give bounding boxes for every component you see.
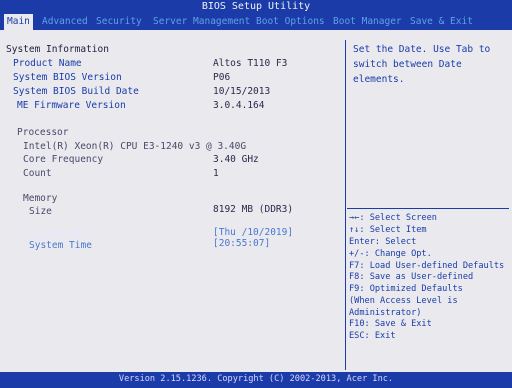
- help-key-enter: Enter: Select: [349, 237, 417, 247]
- help-key-f7: F7: Load User-defined Defaults: [349, 261, 505, 271]
- help-key-f9: F9: Optimized Defaults: [349, 284, 463, 294]
- core-frequency-label: Core Frequency: [23, 154, 104, 165]
- processor-heading: Processor: [17, 127, 69, 138]
- tab-security[interactable]: Security: [96, 14, 142, 30]
- tab-server-management[interactable]: Server Management: [153, 14, 250, 30]
- help-key-f10: F10: Save & Exit: [349, 319, 432, 329]
- bios-title: BIOS Setup Utility: [0, 0, 512, 14]
- memory-size-value: 8192 MB (DDR3): [213, 204, 294, 215]
- help-panel: Set the Date. Use Tab to switch between …: [347, 40, 509, 370]
- bios-version-label: System BIOS Version: [13, 72, 122, 83]
- cpu-count-label: Count: [23, 168, 52, 179]
- help-key-select-item: ↑↓: Select Item: [349, 225, 427, 235]
- system-date-field[interactable]: [Thu /10/2019]: [213, 227, 293, 238]
- main-panel: System Information Product Name Altos T1…: [3, 40, 346, 370]
- help-access-note: (When Access Level is: [349, 296, 458, 306]
- help-divider: [347, 208, 509, 209]
- system-date-label[interactable]: System Date: [29, 229, 92, 240]
- memory-heading: Memory: [23, 193, 58, 204]
- system-info-heading: System Information: [6, 44, 109, 55]
- help-description: Set the Date. Use Tab to switch between …: [353, 44, 491, 85]
- help-key-change-opt: +/-: Change Opt.: [349, 249, 432, 259]
- system-time-field[interactable]: [20:55:07]: [213, 238, 270, 249]
- tab-advanced[interactable]: Advanced: [42, 14, 88, 30]
- cpu-count-value: 1: [213, 168, 219, 179]
- processor-model: Intel(R) Xeon(R) CPU E3-1240 v3 @ 3.40G: [23, 141, 247, 152]
- help-key-esc: ESC: Exit: [349, 331, 396, 341]
- memory-size-label: Size: [29, 206, 52, 217]
- bios-version-value: P06: [213, 72, 231, 83]
- help-key-select-screen: →←: Select Screen: [349, 213, 437, 223]
- help-access-level: Administrator): [349, 308, 422, 318]
- bios-date-label: System BIOS Build Date: [13, 86, 139, 97]
- tab-bar: Main Advanced Security Server Management…: [0, 14, 512, 30]
- me-firmware-value: 3.0.4.164: [213, 100, 265, 111]
- me-firmware-label: ME Firmware Version: [17, 100, 126, 111]
- version-footer: Version 2.15.1236. Copyright (C) 2002-20…: [0, 372, 512, 388]
- tab-boot-manager[interactable]: Boot Manager: [333, 14, 402, 30]
- product-name-value: Altos T110 F3: [213, 58, 288, 69]
- product-name-label: Product Name: [13, 58, 82, 69]
- tab-boot-options[interactable]: Boot Options: [256, 14, 325, 30]
- bios-screen: BIOS Setup Utility Main Advanced Securit…: [0, 0, 512, 388]
- core-frequency-value: 3.40 GHz: [213, 154, 259, 165]
- system-time-label[interactable]: System Time: [29, 240, 92, 251]
- help-key-f8: F8: Save as User-defined: [349, 272, 474, 282]
- tab-main[interactable]: Main: [4, 14, 33, 30]
- bios-date-value: 10/15/2013: [213, 86, 271, 97]
- tab-save-exit[interactable]: Save & Exit: [410, 14, 473, 30]
